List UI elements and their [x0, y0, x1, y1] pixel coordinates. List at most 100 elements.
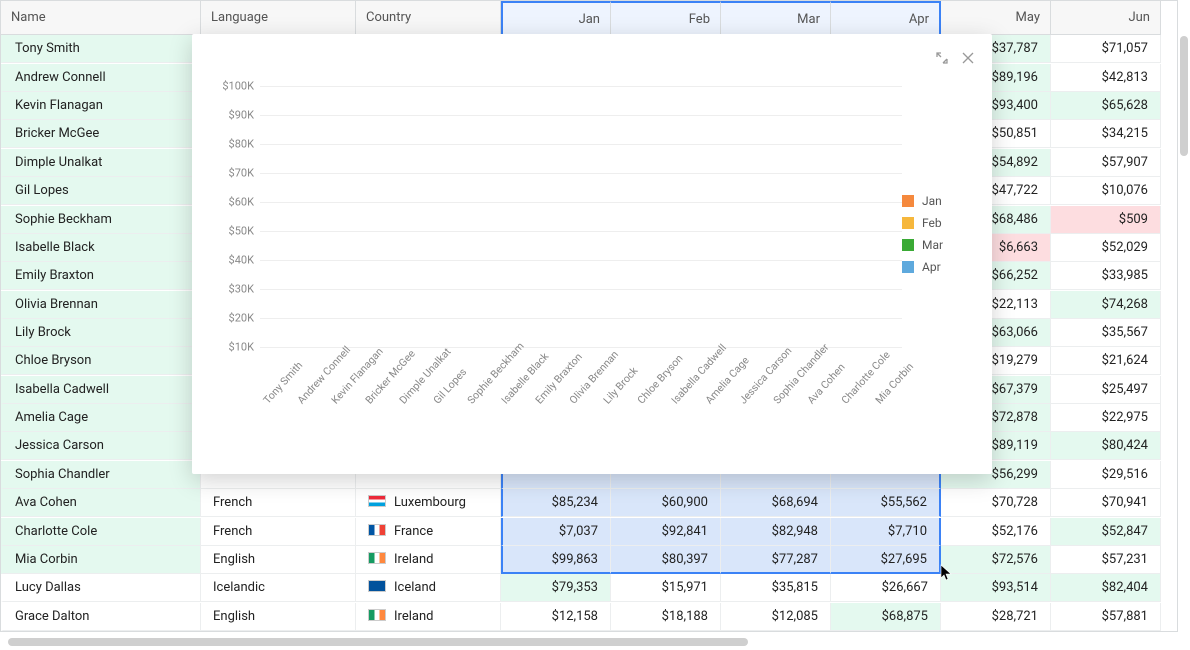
value-cell[interactable]: $77,287 — [721, 546, 831, 574]
country-cell[interactable]: France — [356, 518, 501, 546]
language-cell[interactable]: French — [201, 489, 356, 517]
value-cell[interactable]: $80,397 — [611, 546, 721, 574]
value-cell[interactable]: $42,813 — [1051, 64, 1161, 92]
value-cell[interactable]: $60,900 — [611, 489, 721, 517]
name-cell[interactable]: Sophie Beckham — [1, 206, 201, 234]
value-cell[interactable]: $22,975 — [1051, 404, 1161, 432]
value-cell[interactable]: $33,985 — [1051, 262, 1161, 290]
value-cell[interactable]: $55,562 — [831, 489, 941, 517]
value-cell[interactable]: $18,188 — [611, 603, 721, 631]
value-cell[interactable]: $28,721 — [941, 603, 1051, 631]
value-cell[interactable]: $10,076 — [1051, 177, 1161, 205]
column-header[interactable]: Country — [356, 1, 501, 35]
value-cell[interactable]: $82,948 — [721, 518, 831, 546]
name-cell[interactable]: Lucy Dallas — [1, 574, 201, 602]
column-header[interactable]: Feb — [611, 1, 721, 35]
close-icon[interactable] — [962, 52, 974, 68]
value-cell[interactable]: $93,514 — [941, 574, 1051, 602]
legend-item: Mar — [902, 238, 972, 252]
x-tick-label: Andrew Connell — [295, 372, 327, 406]
value-cell[interactable]: $26,667 — [831, 574, 941, 602]
name-cell[interactable]: Isabella Cadwell — [1, 376, 201, 404]
country-cell[interactable]: Ireland — [356, 603, 501, 631]
name-cell[interactable]: Andrew Connell — [1, 64, 201, 92]
column-header[interactable]: Name — [1, 1, 201, 35]
value-cell[interactable]: $509 — [1051, 206, 1161, 234]
value-cell[interactable]: $52,176 — [941, 518, 1051, 546]
name-cell[interactable]: Chloe Bryson — [1, 347, 201, 375]
value-cell[interactable]: $85,234 — [501, 489, 611, 517]
name-cell[interactable]: Jessica Carson — [1, 432, 201, 460]
name-cell[interactable]: Emily Braxton — [1, 262, 201, 290]
x-tick-label: Dimple Unalkat — [397, 372, 429, 406]
value-cell[interactable]: $80,424 — [1051, 432, 1161, 460]
vertical-scrollbar[interactable] — [1178, 36, 1190, 628]
column-header[interactable]: Language — [201, 1, 356, 35]
value-cell[interactable]: $52,847 — [1051, 518, 1161, 546]
language-cell[interactable]: English — [201, 603, 356, 631]
value-cell[interactable]: $92,841 — [611, 518, 721, 546]
value-cell[interactable]: $29,516 — [1051, 461, 1161, 489]
value-cell[interactable]: $34,215 — [1051, 120, 1161, 148]
value-cell[interactable]: $74,268 — [1051, 291, 1161, 319]
legend-label: Jan — [922, 194, 942, 208]
value-cell[interactable]: $35,815 — [721, 574, 831, 602]
value-cell[interactable]: $7,037 — [501, 518, 611, 546]
language-cell[interactable]: French — [201, 518, 356, 546]
value-cell[interactable]: $21,624 — [1051, 347, 1161, 375]
name-cell[interactable]: Kevin Flanagan — [1, 92, 201, 120]
name-cell[interactable]: Mia Corbin — [1, 546, 201, 574]
value-cell[interactable]: $27,695 — [831, 546, 941, 574]
name-cell[interactable]: Grace Dalton — [1, 603, 201, 631]
name-cell[interactable]: Bricker McGee — [1, 120, 201, 148]
name-cell[interactable]: Dimple Unalkat — [1, 149, 201, 177]
country-cell[interactable]: Ireland — [356, 546, 501, 574]
value-cell[interactable]: $12,085 — [721, 603, 831, 631]
name-cell[interactable]: Charlotte Cole — [1, 518, 201, 546]
value-cell[interactable]: $79,353 — [501, 574, 611, 602]
value-cell[interactable]: $72,576 — [941, 546, 1051, 574]
horizontal-scrollbar[interactable] — [4, 636, 1180, 648]
value-cell[interactable]: $70,941 — [1051, 489, 1161, 517]
country-cell[interactable]: Luxembourg — [356, 489, 501, 517]
value-cell[interactable]: $70,728 — [941, 489, 1051, 517]
value-cell[interactable]: $52,029 — [1051, 234, 1161, 262]
chart-legend: JanFebMarApr — [902, 56, 972, 464]
name-cell[interactable]: Gil Lopes — [1, 177, 201, 205]
value-cell[interactable]: $12,158 — [501, 603, 611, 631]
column-header[interactable]: Jan — [501, 1, 611, 35]
value-cell[interactable]: $57,907 — [1051, 149, 1161, 177]
expand-icon[interactable] — [936, 52, 948, 68]
value-cell[interactable]: $57,881 — [1051, 603, 1161, 631]
column-header[interactable]: Jun — [1051, 1, 1161, 35]
column-header[interactable]: Mar — [721, 1, 831, 35]
legend-label: Apr — [922, 260, 941, 274]
name-cell[interactable]: Lily Brock — [1, 319, 201, 347]
value-cell[interactable]: $65,628 — [1051, 92, 1161, 120]
y-tick-label: $20K — [208, 312, 254, 325]
value-cell[interactable]: $35,567 — [1051, 319, 1161, 347]
value-cell[interactable]: $99,863 — [501, 546, 611, 574]
value-cell[interactable]: $15,971 — [611, 574, 721, 602]
name-cell[interactable]: Olivia Brennan — [1, 291, 201, 319]
language-cell[interactable]: Icelandic — [201, 574, 356, 602]
name-cell[interactable]: Sophia Chandler — [1, 461, 201, 489]
value-cell[interactable]: $57,231 — [1051, 546, 1161, 574]
value-cell[interactable]: $25,497 — [1051, 376, 1161, 404]
x-tick-label: Isabelle Black — [499, 372, 531, 406]
flag-icon — [368, 580, 386, 592]
x-tick-label: Jessica Carson — [737, 372, 769, 406]
value-cell[interactable]: $71,057 — [1051, 35, 1161, 63]
column-header[interactable]: May — [941, 1, 1051, 35]
language-cell[interactable]: English — [201, 546, 356, 574]
value-cell[interactable]: $7,710 — [831, 518, 941, 546]
value-cell[interactable]: $68,694 — [721, 489, 831, 517]
name-cell[interactable]: Isabelle Black — [1, 234, 201, 262]
name-cell[interactable]: Ava Cohen — [1, 489, 201, 517]
name-cell[interactable]: Tony Smith — [1, 35, 201, 63]
name-cell[interactable]: Amelia Cage — [1, 404, 201, 432]
column-header[interactable]: Apr — [831, 1, 941, 35]
country-cell[interactable]: Iceland — [356, 574, 501, 602]
value-cell[interactable]: $68,875 — [831, 603, 941, 631]
value-cell[interactable]: $82,404 — [1051, 574, 1161, 602]
